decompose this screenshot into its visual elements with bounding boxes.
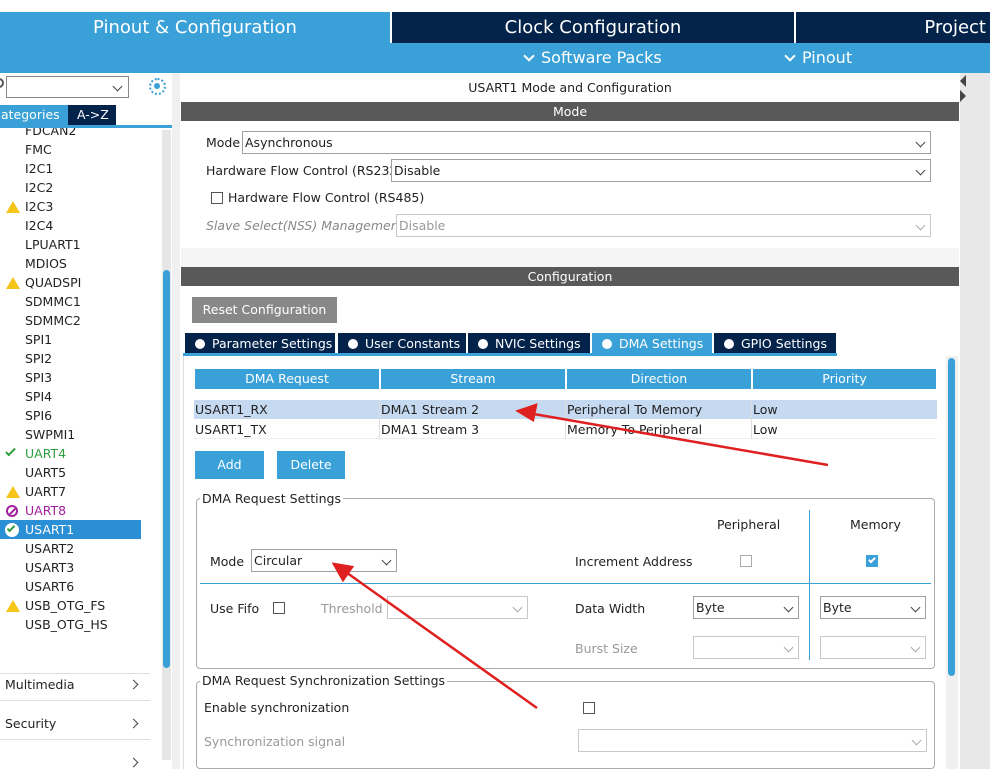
- annotation-arrows: [331, 403, 829, 710]
- annotation-arrow-line: [527, 411, 829, 467]
- annotation-arrowhead: [515, 403, 538, 422]
- annotation-arrowhead: [331, 562, 355, 583]
- annotation-arrow-line: [342, 568, 538, 710]
